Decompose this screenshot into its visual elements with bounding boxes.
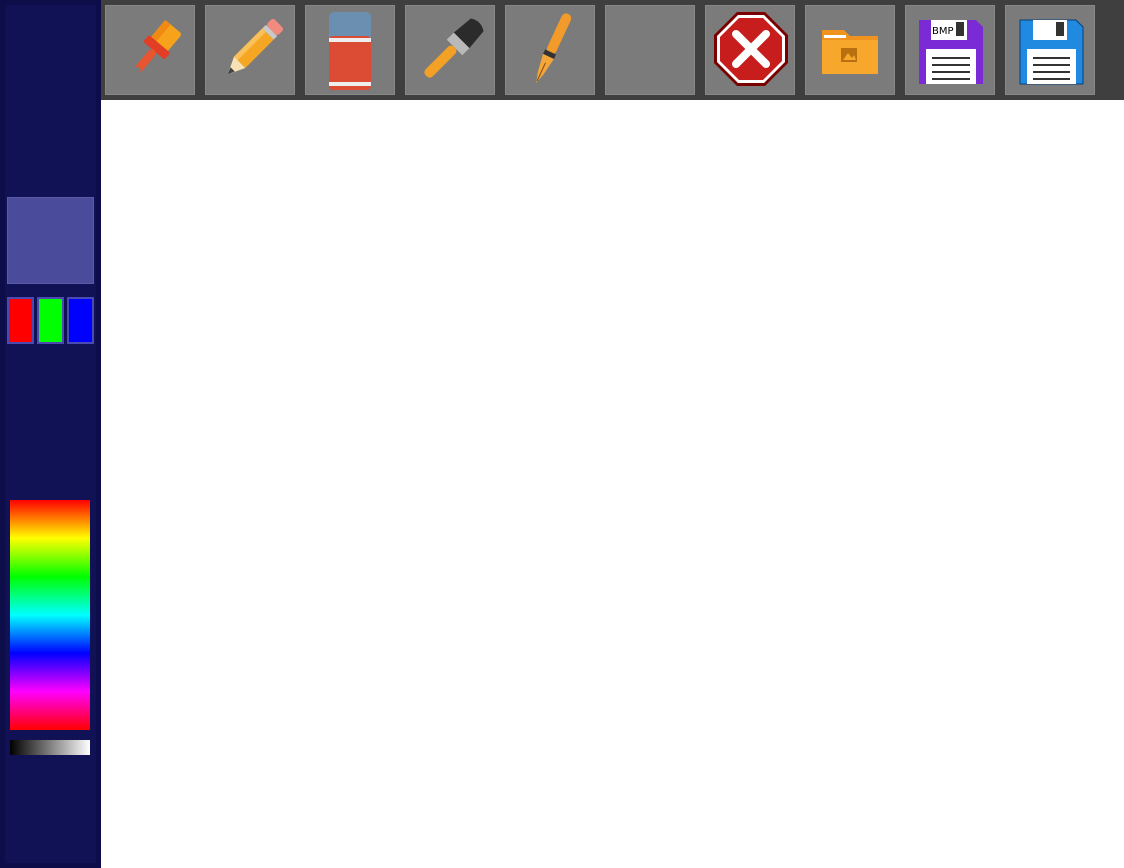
save-bmp-button[interactable]: BMP — [905, 5, 995, 95]
toolbar: BMP — [101, 0, 1124, 100]
grayscale-picker[interactable] — [10, 740, 90, 755]
green-channel-swatch[interactable] — [37, 297, 64, 344]
paint-roller-brush-icon — [134, 19, 181, 73]
color-side-panel-inner — [5, 5, 96, 863]
pencil-tool-button[interactable] — [205, 5, 295, 95]
brush-icon — [424, 18, 484, 78]
bmp-label: BMP — [932, 26, 954, 37]
folder-image-icon — [822, 30, 878, 74]
pen-tool-button[interactable] — [505, 5, 595, 95]
eraser-tool-button[interactable] — [305, 5, 395, 95]
open-image-button[interactable] — [805, 5, 895, 95]
color-side-panel — [0, 0, 101, 868]
fountain-pen-icon — [536, 13, 572, 83]
hue-spectrum-picker[interactable] — [10, 500, 90, 730]
clear-canvas-button[interactable] — [705, 5, 795, 95]
empty-tool-slot[interactable] — [605, 5, 695, 95]
paint-app-window: BMP — [0, 0, 1124, 868]
blue-channel-swatch[interactable] — [67, 297, 94, 344]
eraser-icon — [329, 12, 371, 90]
red-channel-swatch[interactable] — [7, 297, 34, 344]
paintbrush-tool-button[interactable] — [105, 5, 195, 95]
brush-tool-button[interactable] — [405, 5, 495, 95]
drawing-canvas[interactable] — [101, 100, 1124, 868]
close-octagon-icon — [714, 12, 788, 86]
floppy-bmp-icon: BMP — [919, 20, 983, 84]
floppy-icon — [1019, 19, 1084, 85]
pencil-icon — [227, 19, 283, 75]
save-button[interactable] — [1005, 5, 1095, 95]
current-color-swatch[interactable] — [7, 197, 94, 284]
